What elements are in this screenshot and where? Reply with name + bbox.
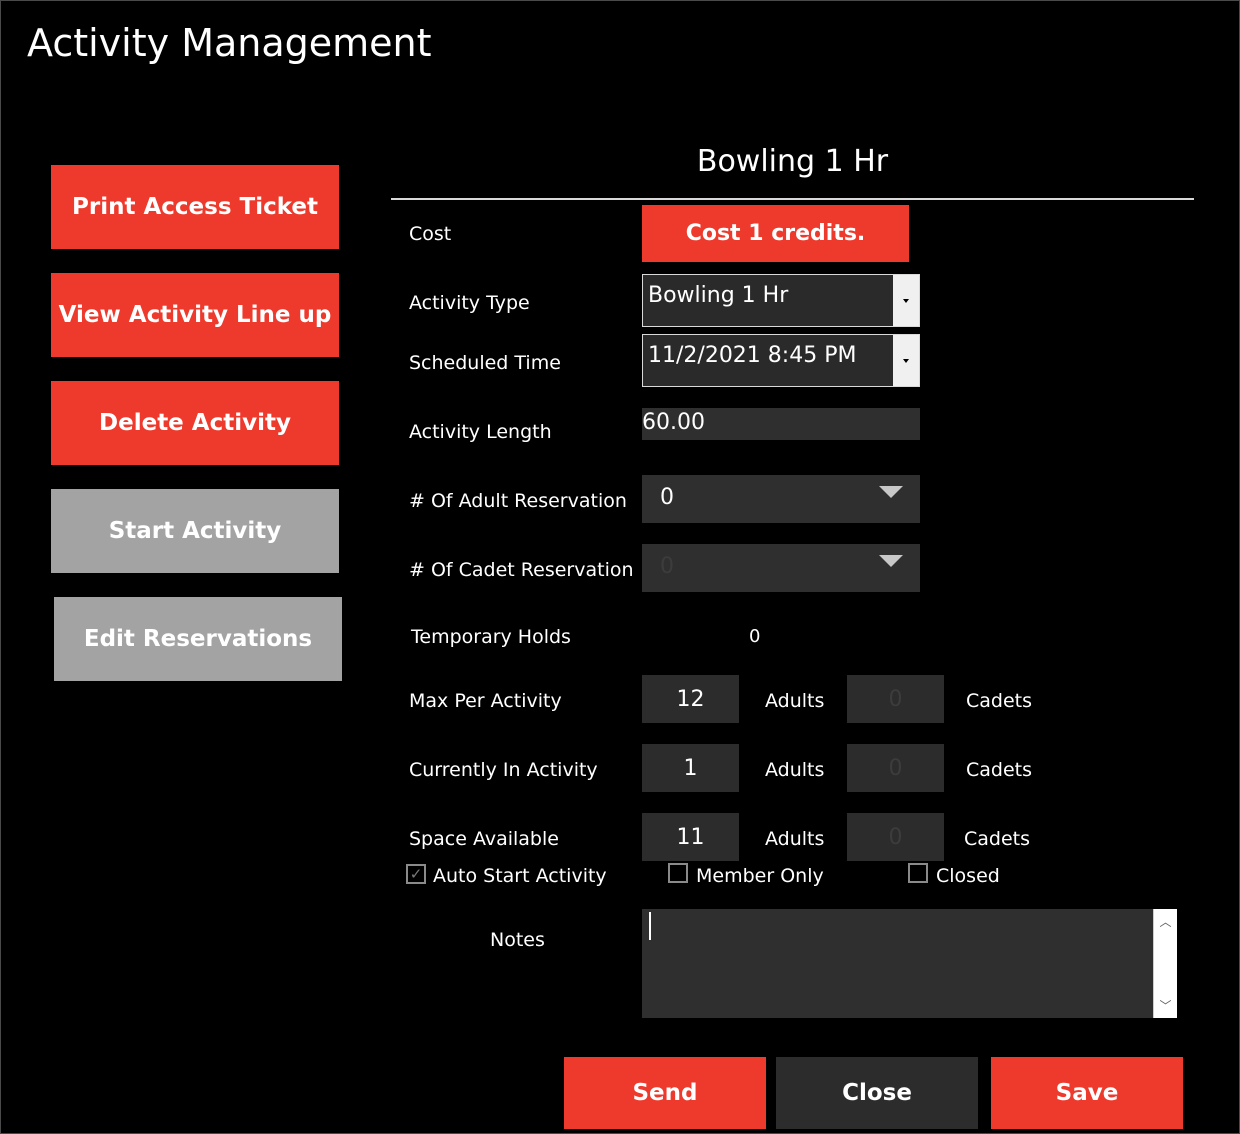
activity-length-label: Activity Length <box>409 421 552 443</box>
activity-type-label: Activity Type <box>409 292 530 314</box>
edit-reservations-button[interactable]: Edit Reservations <box>54 597 342 681</box>
close-button[interactable]: Close <box>776 1057 978 1129</box>
current-cadets-field[interactable]: 0 <box>847 744 944 792</box>
activity-type-select[interactable]: Bowling 1 Hr <box>642 274 920 327</box>
cadets-label: Cadets <box>964 828 1031 850</box>
cadet-reservation-label: # Of Cadet Reservation <box>409 559 634 581</box>
space-adults-field[interactable]: 11 <box>642 813 739 861</box>
chevron-down-icon[interactable] <box>893 335 919 386</box>
adult-reservation-select[interactable]: 0 <box>642 475 920 523</box>
cadets-label: Cadets <box>966 690 1033 712</box>
currently-in-activity-label: Currently In Activity <box>409 759 598 781</box>
cadet-reservation-value: 0 <box>660 554 674 579</box>
scroll-up-icon[interactable]: ︿ <box>1154 913 1177 930</box>
activity-management-window: Activity Management Print Access Ticket … <box>0 0 1240 1134</box>
activity-length-field[interactable]: 60.00 <box>642 408 920 440</box>
cadets-label: Cadets <box>966 759 1033 781</box>
start-activity-button[interactable]: Start Activity <box>51 489 339 573</box>
heading-divider <box>391 198 1194 200</box>
scheduled-time-value: 11/2/2021 8:45 PM <box>648 343 857 368</box>
dropdown-arrow-icon[interactable] <box>879 555 903 567</box>
notes-scrollbar[interactable]: ︿ ﹀ <box>1153 909 1177 1018</box>
window-title: Activity Management <box>27 21 432 65</box>
closed-label: Closed <box>936 865 1000 887</box>
send-button[interactable]: Send <box>564 1057 766 1129</box>
scheduled-time-picker[interactable]: 11/2/2021 8:45 PM <box>642 334 920 387</box>
auto-start-checkbox[interactable]: ✓ <box>406 864 426 884</box>
adult-reservation-label: # Of Adult Reservation <box>409 490 627 512</box>
space-available-label: Space Available <box>409 828 559 850</box>
adults-label: Adults <box>765 690 825 712</box>
scroll-down-icon[interactable]: ﹀ <box>1154 997 1177 1014</box>
closed-checkbox[interactable] <box>908 863 928 883</box>
member-only-checkbox[interactable] <box>668 863 688 883</box>
cost-label: Cost <box>409 223 452 245</box>
current-adults-field[interactable]: 1 <box>642 744 739 792</box>
check-icon: ✓ <box>409 865 423 883</box>
adults-label: Adults <box>765 759 825 781</box>
activity-length-value: 60.00 <box>642 410 705 435</box>
view-activity-lineup-button[interactable]: View Activity Line up <box>51 273 339 357</box>
temporary-holds-label: Temporary Holds <box>411 626 571 648</box>
space-cadets-field[interactable]: 0 <box>847 813 944 861</box>
save-button[interactable]: Save <box>991 1057 1183 1129</box>
print-access-ticket-button[interactable]: Print Access Ticket <box>51 165 339 249</box>
delete-activity-button[interactable]: Delete Activity <box>51 381 339 465</box>
adults-label: Adults <box>765 828 825 850</box>
chevron-down-icon[interactable] <box>893 275 919 326</box>
dropdown-arrow-icon[interactable] <box>879 486 903 498</box>
adult-reservation-value: 0 <box>660 485 674 510</box>
member-only-label: Member Only <box>696 865 824 887</box>
max-per-activity-label: Max Per Activity <box>409 690 562 712</box>
text-caret <box>649 912 651 940</box>
notes-label: Notes <box>490 929 545 951</box>
activity-heading: Bowling 1 Hr <box>696 144 889 179</box>
cadet-reservation-select[interactable]: 0 <box>642 544 920 592</box>
cost-button[interactable]: Cost 1 credits. <box>642 205 909 262</box>
temporary-holds-value: 0 <box>749 626 761 647</box>
max-adults-field[interactable]: 12 <box>642 675 739 723</box>
auto-start-label: Auto Start Activity <box>433 865 607 887</box>
scheduled-time-label: Scheduled Time <box>409 352 561 374</box>
max-cadets-field[interactable]: 0 <box>847 675 944 723</box>
activity-type-value: Bowling 1 Hr <box>648 283 789 308</box>
notes-textarea[interactable]: ︿ ﹀ <box>642 909 1177 1018</box>
